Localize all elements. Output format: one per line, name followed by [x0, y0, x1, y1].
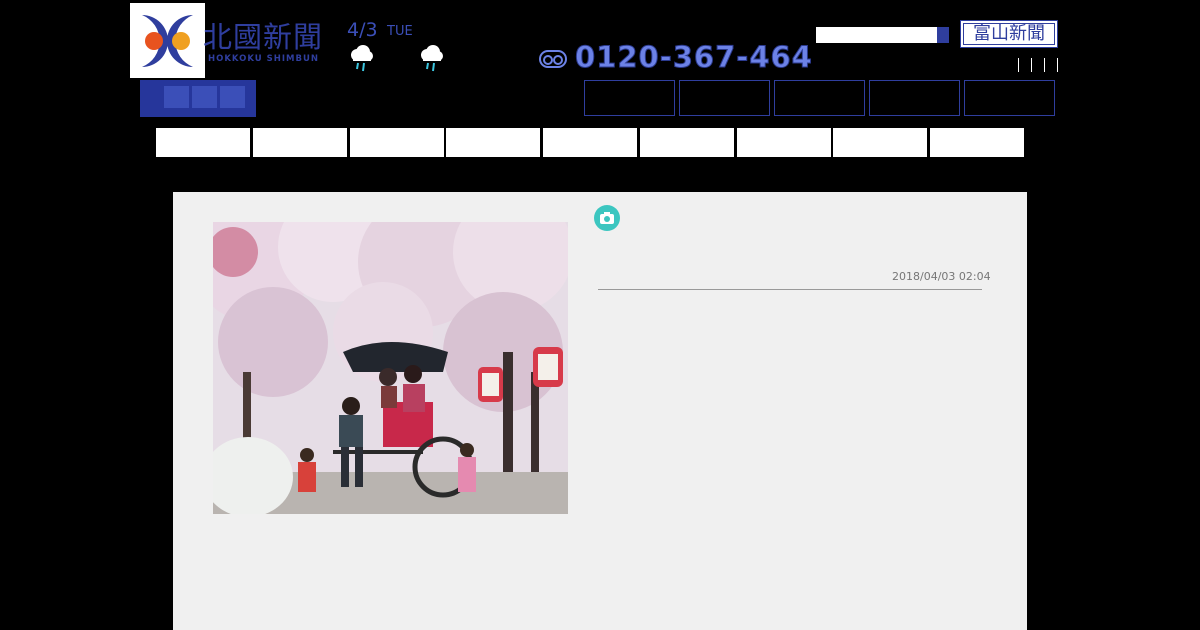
nav-button[interactable]: [679, 80, 770, 116]
search-input[interactable]: [816, 27, 938, 43]
logo-text[interactable]: 北國新聞: [203, 20, 323, 54]
article-timestamp: 2018/04/03 02:04: [892, 270, 991, 283]
phone-number[interactable]: 0120-367-464: [575, 40, 813, 75]
current-date: 4/3: [347, 19, 378, 41]
free-dial-icon: [539, 50, 567, 72]
camera-icon: [594, 205, 620, 231]
search-button[interactable]: [937, 27, 949, 43]
menu-square[interactable]: [220, 86, 245, 108]
menu-square[interactable]: [164, 86, 189, 108]
article-photo[interactable]: [213, 222, 568, 514]
divider: [598, 289, 982, 290]
separator: [1031, 58, 1032, 72]
rain-cloud-icon: [417, 43, 447, 73]
category-tab[interactable]: [640, 128, 734, 157]
menu-square[interactable]: [192, 86, 217, 108]
nav-button[interactable]: [869, 80, 960, 116]
nav-button[interactable]: [964, 80, 1055, 116]
rain-cloud-icon: [347, 43, 377, 73]
toyama-shimbun-link[interactable]: 富山新聞: [960, 20, 1058, 48]
toyama-link-label: 富山新聞: [963, 23, 1055, 45]
logo-subtext: HOKKOKU SHIMBUN: [208, 54, 320, 64]
separator: [1057, 58, 1058, 72]
logo-mark-icon: [142, 15, 193, 67]
category-tab[interactable]: [253, 128, 347, 157]
separator: [1018, 58, 1019, 72]
category-tab[interactable]: [543, 128, 637, 157]
current-weekday: TUE: [387, 24, 413, 39]
category-tab[interactable]: [446, 128, 540, 157]
category-tab[interactable]: [737, 128, 831, 157]
category-tab[interactable]: [833, 128, 927, 157]
logo[interactable]: [130, 3, 205, 78]
nav-button[interactable]: [774, 80, 865, 116]
category-tab[interactable]: [930, 128, 1024, 157]
separator: [1044, 58, 1045, 72]
nav-button[interactable]: [584, 80, 675, 116]
category-tab[interactable]: [156, 128, 250, 157]
category-tab[interactable]: [350, 128, 444, 157]
